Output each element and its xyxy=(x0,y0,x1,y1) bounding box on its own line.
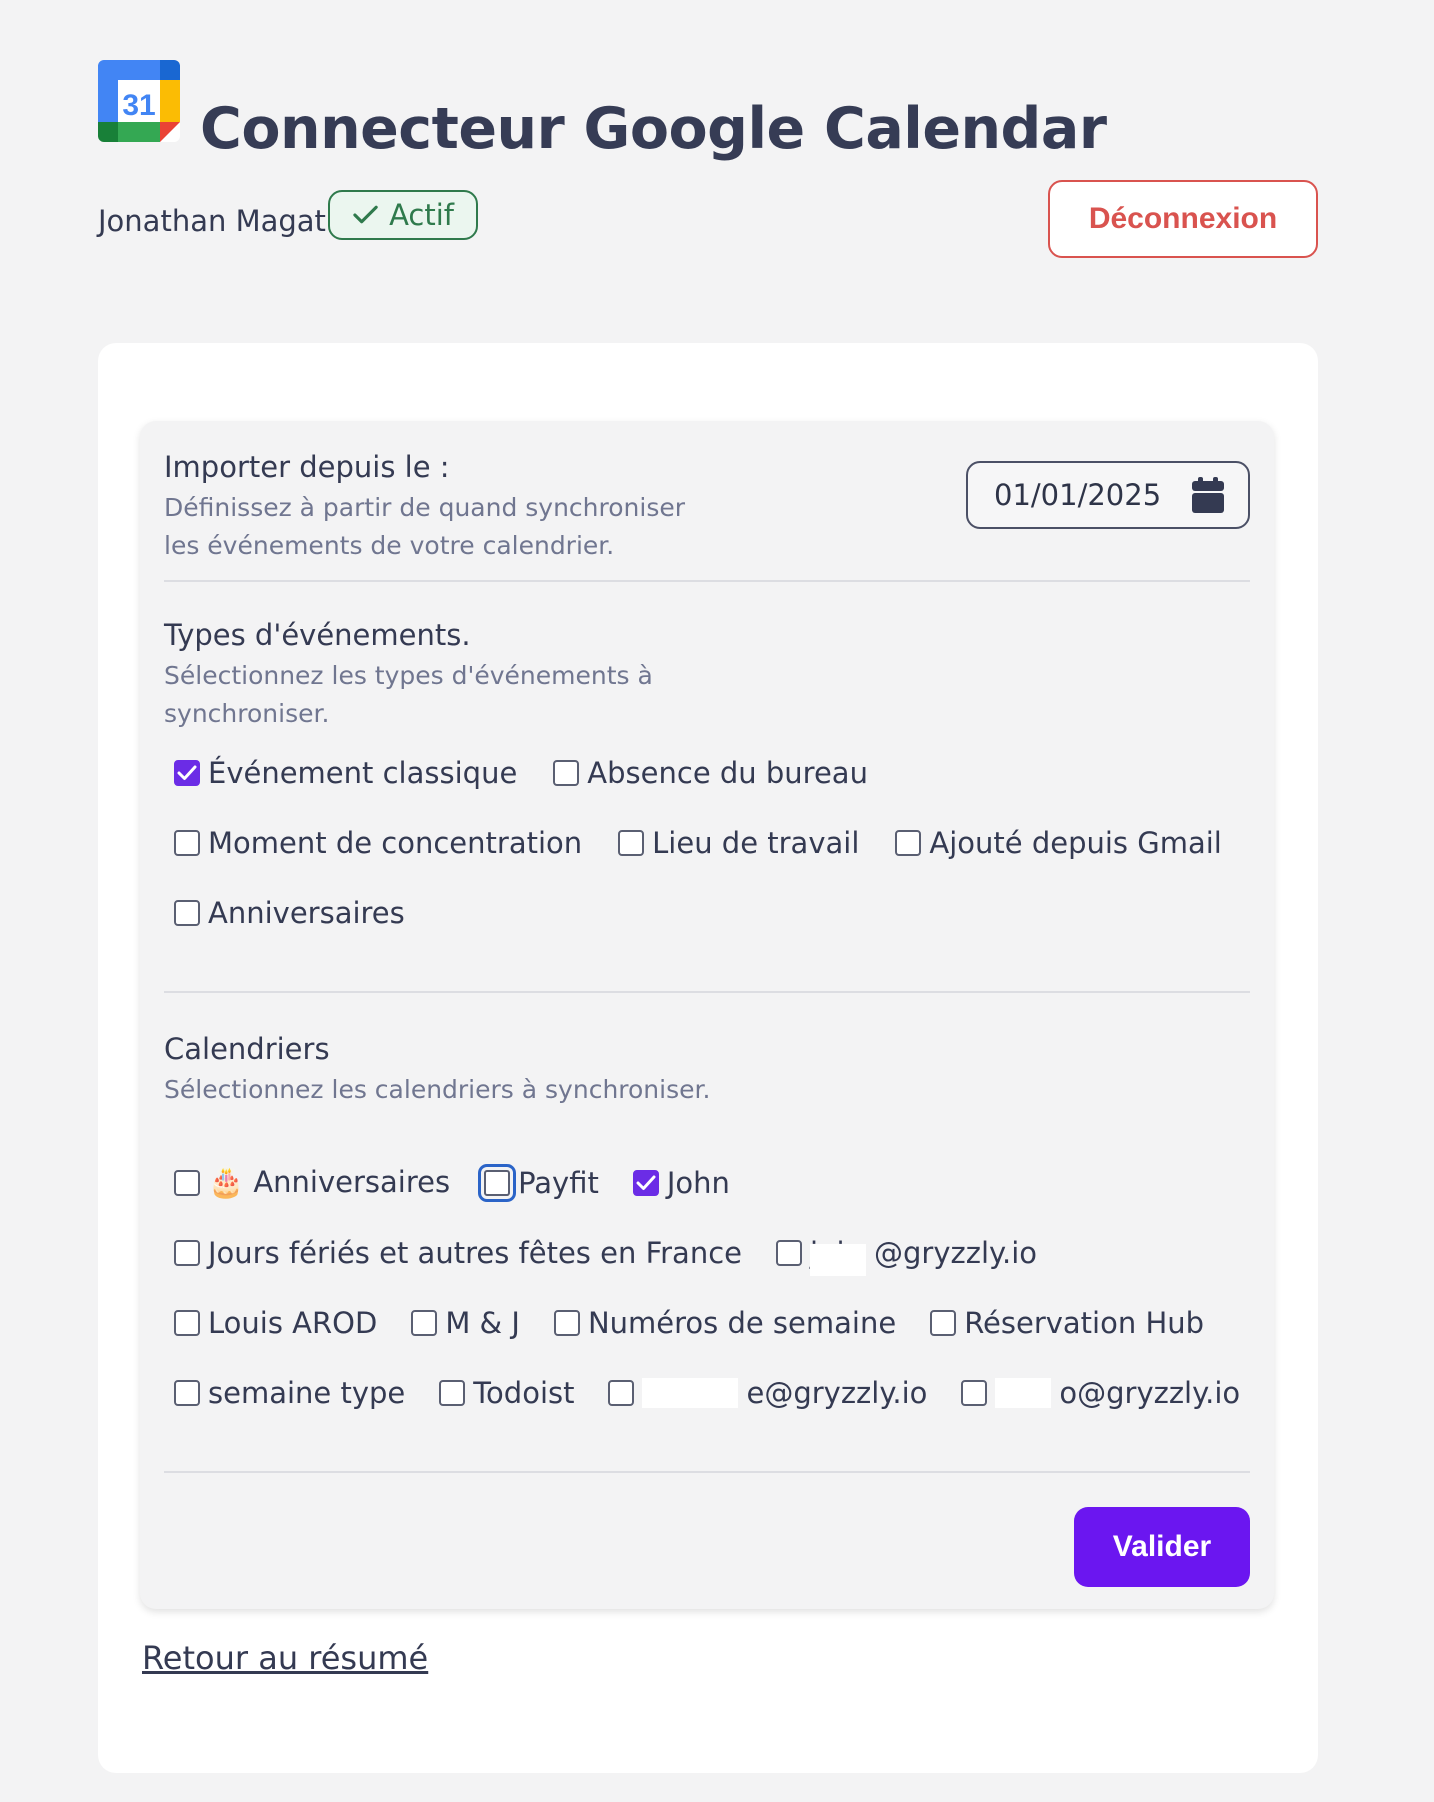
checkbox[interactable] xyxy=(411,1309,438,1336)
option-label: e@gryzzly.io xyxy=(746,1375,928,1410)
back-to-summary-link[interactable]: Retour au résumé xyxy=(142,1639,428,1677)
checkbox[interactable] xyxy=(174,829,200,856)
option-label: Ajouté depuis Gmail xyxy=(929,825,1222,860)
checkbox-focused[interactable] xyxy=(478,1163,517,1202)
event-types-section: Types d'événements. Sélectionnez les typ… xyxy=(164,617,1250,935)
checkbox[interactable] xyxy=(174,1169,200,1196)
calendar-item-birthdays[interactable]: 🎂 Anniversaires xyxy=(174,1161,450,1205)
event-type-working-location[interactable]: Lieu de travail xyxy=(618,821,859,865)
event-type-out-of-office[interactable]: Absence du bureau xyxy=(553,751,868,795)
event-types-title: Types d'événements. xyxy=(164,618,471,652)
import-description: Définissez à partir de quand synchronise… xyxy=(164,489,724,565)
checkbox-checked[interactable] xyxy=(632,1169,659,1196)
checkbox[interactable] xyxy=(174,1379,200,1406)
event-type-from-gmail[interactable]: Ajouté depuis Gmail xyxy=(895,821,1222,865)
event-type-classic[interactable]: Événement classique xyxy=(174,751,517,795)
event-types-description: Sélectionnez les types d'événements à sy… xyxy=(164,657,724,733)
checkbox[interactable] xyxy=(553,759,580,786)
header: 31 Connecteur Google Calendar xyxy=(98,60,1318,170)
status-badge: Actif xyxy=(328,190,478,240)
settings-card: Importer depuis le : Définissez à partir… xyxy=(98,343,1318,1773)
checkbox[interactable] xyxy=(895,829,922,856)
option-label: Louis AROD xyxy=(208,1305,378,1340)
user-row: Jonathan Magat Actif Déconnexion xyxy=(98,180,1318,280)
user-name: Jonathan Magat xyxy=(98,204,326,238)
option-label: Lieu de travail xyxy=(652,825,860,860)
calendars-title: Calendriers xyxy=(164,1032,330,1066)
divider xyxy=(164,580,1250,582)
calendar-icon[interactable] xyxy=(1192,477,1224,513)
calendar-item-redacted-email-1[interactable]: j..i @gryzzly.io xyxy=(776,1231,1038,1276)
option-label: John xyxy=(666,1165,730,1200)
option-label: semaine type xyxy=(208,1375,406,1410)
checkbox[interactable] xyxy=(174,1239,200,1266)
page-title: Connecteur Google Calendar xyxy=(200,96,1107,162)
redacted-prefix: j..i xyxy=(810,1238,866,1276)
option-label: 🎂 Anniversaires xyxy=(208,1165,451,1200)
checkbox-checked[interactable] xyxy=(174,759,200,786)
calendar-item-redacted-email-3[interactable]: o@gryzzly.io xyxy=(961,1371,1240,1415)
redaction-block xyxy=(810,1243,866,1276)
checkbox[interactable] xyxy=(776,1239,802,1266)
google-calendar-icon: 31 xyxy=(98,60,180,142)
redaction-block xyxy=(995,1377,1052,1408)
calendar-item-todoist[interactable]: Todoist xyxy=(439,1371,574,1415)
logout-button[interactable]: Déconnexion xyxy=(1048,180,1318,258)
checkbox[interactable] xyxy=(618,829,645,856)
check-icon xyxy=(177,765,197,780)
option-label: Todoist xyxy=(473,1375,575,1410)
checkbox[interactable] xyxy=(961,1379,988,1406)
option-label: Payfit xyxy=(518,1165,599,1200)
settings-form: Importer depuis le : Définissez à partir… xyxy=(140,421,1274,1609)
divider xyxy=(164,1471,1250,1473)
calendar-item-semaine-type[interactable]: semaine type xyxy=(174,1371,405,1415)
calendar-item-reservation-hub[interactable]: Réservation Hub xyxy=(930,1301,1204,1345)
checkbox[interactable] xyxy=(608,1379,635,1406)
option-label: Événement classique xyxy=(208,755,518,790)
calendars-list: 🎂 Anniversaires Payfit John Jours fériés… xyxy=(164,1161,1254,1415)
option-label: Jours fériés et autres fêtes en France xyxy=(208,1235,742,1270)
import-description-line2: les événements de votre calendrier. xyxy=(164,530,615,560)
checkbox[interactable] xyxy=(930,1309,957,1336)
checkbox[interactable] xyxy=(553,1309,580,1336)
import-description-line1: Définissez à partir de quand synchronise… xyxy=(164,492,686,522)
event-types-description-line1: Sélectionnez les types d'événements à xyxy=(164,660,653,690)
option-label: Anniversaires xyxy=(208,895,405,930)
event-type-birthdays[interactable]: Anniversaires xyxy=(174,891,405,935)
option-label: @gryzzly.io xyxy=(874,1235,1038,1270)
calendars-description: Sélectionnez les calendriers à synchroni… xyxy=(164,1074,711,1104)
import-date-input[interactable]: 01/01/2025 xyxy=(966,461,1250,529)
option-label: Numéros de semaine xyxy=(587,1305,897,1340)
option-label: Réservation Hub xyxy=(964,1305,1205,1340)
option-label: M & J xyxy=(445,1305,520,1340)
check-icon xyxy=(353,205,378,224)
calendar-item-redacted-email-2[interactable]: e@gryzzly.io xyxy=(608,1371,927,1415)
calendar-item-m-and-j[interactable]: M & J xyxy=(411,1301,520,1345)
option-label: Absence du bureau xyxy=(587,755,868,790)
calendar-item-payfit[interactable]: Payfit xyxy=(478,1161,599,1205)
divider xyxy=(164,991,1250,993)
event-types-description-line2: synchroniser. xyxy=(164,698,330,728)
option-label: Moment de concentration xyxy=(208,825,583,860)
calendar-item-week-numbers[interactable]: Numéros de semaine xyxy=(553,1301,897,1345)
redaction-block xyxy=(642,1377,739,1408)
logo-text: 31 xyxy=(122,89,155,122)
calendar-item-louis-arod[interactable]: Louis AROD xyxy=(174,1301,377,1345)
event-types-list: Événement classique Absence du bureau Mo… xyxy=(164,751,1254,935)
checkbox[interactable] xyxy=(174,1309,200,1336)
checkbox[interactable] xyxy=(439,1379,466,1406)
check-icon xyxy=(636,1175,656,1190)
option-label: o@gryzzly.io xyxy=(1059,1375,1241,1410)
calendars-section: Calendriers Sélectionnez les calendriers… xyxy=(164,1031,1250,1415)
submit-button[interactable]: Valider xyxy=(1074,1507,1250,1587)
status-label: Actif xyxy=(389,198,454,232)
page: 31 Connecteur Google Calendar Jonathan M… xyxy=(98,60,1318,1773)
event-type-focus-time[interactable]: Moment de concentration xyxy=(174,821,582,865)
checkbox[interactable] xyxy=(174,899,200,926)
calendar-item-john[interactable]: John xyxy=(632,1161,730,1205)
import-date-value: 01/01/2025 xyxy=(994,478,1162,512)
calendar-item-holidays-france[interactable]: Jours fériés et autres fêtes en France xyxy=(174,1231,742,1275)
